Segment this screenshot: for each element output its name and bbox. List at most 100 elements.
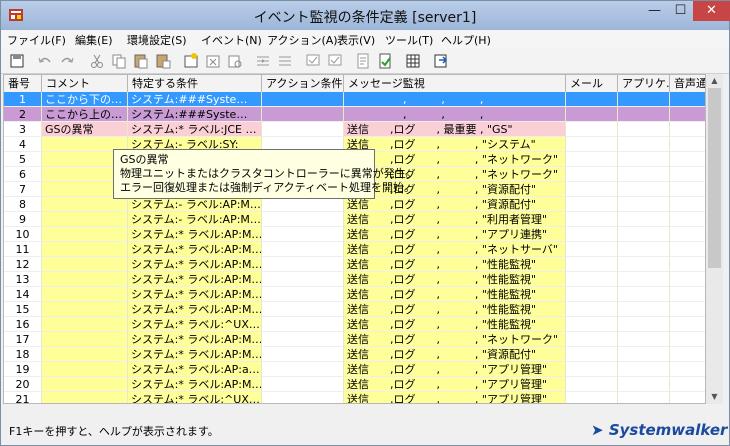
cell-message[interactable]: 送信 ,ログ , , "アプリ管理": [344, 392, 566, 403]
cell-message[interactable]: 送信 ,ログ , , "資源配付": [344, 197, 566, 212]
cell-mail[interactable]: [566, 317, 618, 332]
maximize-button[interactable]: ☐: [667, 1, 694, 21]
cell-comment[interactable]: [42, 347, 128, 362]
undo-icon[interactable]: [35, 51, 55, 71]
cell-mail[interactable]: [566, 167, 618, 182]
cell-voice[interactable]: [670, 332, 705, 347]
cell-mail[interactable]: [566, 332, 618, 347]
cell-comment[interactable]: [42, 272, 128, 287]
cell-message[interactable]: 送信 ,ログ , , "ネットワーク": [344, 152, 566, 167]
menu-tools[interactable]: ツール(T): [385, 32, 433, 48]
table-row[interactable]: 17 システム:* ラベル:AP:M… 送信 ,ログ , , "ネットワーク": [4, 332, 705, 347]
cell-mail[interactable]: [566, 212, 618, 227]
cell-comment[interactable]: [42, 287, 128, 302]
cell-action[interactable]: [262, 197, 344, 212]
menu-file[interactable]: ファイル(F): [7, 32, 66, 48]
cell-voice[interactable]: [670, 197, 705, 212]
scroll-thumb[interactable]: [708, 88, 721, 268]
cell-number[interactable]: 1: [4, 92, 42, 107]
save-icon[interactable]: [7, 51, 27, 71]
cell-mail[interactable]: [566, 302, 618, 317]
cell-voice[interactable]: [670, 107, 705, 122]
cell-voice[interactable]: [670, 242, 705, 257]
cell-voice[interactable]: [670, 227, 705, 242]
cell-message[interactable]: 送信 ,ログ , , "ネットサーバ": [344, 242, 566, 257]
cell-app[interactable]: [618, 92, 670, 107]
cell-comment[interactable]: ここから上の…: [42, 107, 128, 122]
move-row-icon[interactable]: [275, 51, 295, 71]
table-row[interactable]: 9 システム:- ラベル:AP:M… 送信 ,ログ , , "利用者管理": [4, 212, 705, 227]
cell-mail[interactable]: [566, 272, 618, 287]
cell-voice[interactable]: [670, 167, 705, 182]
cell-action[interactable]: [262, 212, 344, 227]
cell-number[interactable]: 4: [4, 137, 42, 152]
cell-action[interactable]: [262, 302, 344, 317]
table-row[interactable]: 1 ここから下の… システム:###Syste… , , ,: [4, 92, 705, 107]
cell-condition[interactable]: システム:* ラベル:AP:a…: [128, 362, 262, 377]
cell-condition[interactable]: システム:###Syste…: [128, 92, 262, 107]
col-application[interactable]: アプリケ…: [618, 75, 670, 92]
cell-action[interactable]: [262, 122, 344, 137]
cell-message[interactable]: 送信 ,ログ , , "性能監視": [344, 257, 566, 272]
col-condition[interactable]: 特定する条件: [128, 75, 262, 92]
table-row[interactable]: 21 システム:* ラベル:^UX… 送信 ,ログ , , "アプリ管理": [4, 392, 705, 403]
filter-icon[interactable]: [375, 51, 395, 71]
cell-number[interactable]: 20: [4, 377, 42, 392]
col-number[interactable]: 番号: [4, 75, 42, 92]
cell-mail[interactable]: [566, 92, 618, 107]
cell-message[interactable]: , , ,: [344, 107, 566, 122]
col-voice[interactable]: 音声通: [670, 75, 705, 92]
cell-message[interactable]: 送信 ,ログ , , "性能監視": [344, 272, 566, 287]
table-row[interactable]: 10 システム:* ラベル:AP:M… 送信 ,ログ , , "アプリ連携": [4, 227, 705, 242]
cell-comment[interactable]: [42, 392, 128, 403]
scroll-down-icon[interactable]: ▼: [706, 390, 723, 404]
cell-condition[interactable]: システム:* ラベル:AP:M…: [128, 242, 262, 257]
cell-condition[interactable]: システム:* ラベル:^UX…: [128, 392, 262, 403]
cell-comment[interactable]: [42, 197, 128, 212]
cell-number[interactable]: 17: [4, 332, 42, 347]
cell-voice[interactable]: [670, 362, 705, 377]
copy-icon[interactable]: [109, 51, 129, 71]
menu-event[interactable]: イベント(N): [201, 32, 262, 48]
cell-app[interactable]: [618, 167, 670, 182]
cell-voice[interactable]: [670, 182, 705, 197]
cell-number[interactable]: 14: [4, 287, 42, 302]
menu-action[interactable]: アクション(A): [267, 32, 338, 48]
cell-voice[interactable]: [670, 317, 705, 332]
cell-voice[interactable]: [670, 212, 705, 227]
paste-special-icon[interactable]: [153, 51, 173, 71]
cell-comment[interactable]: GSの異常: [42, 122, 128, 137]
cell-number[interactable]: 16: [4, 317, 42, 332]
condition-table[interactable]: 番号 コメント 特定する条件 アクション条件 メッセージ監視 メール アプリケ……: [3, 74, 706, 404]
cell-app[interactable]: [618, 302, 670, 317]
cell-message[interactable]: 送信 ,ログ , , "アプリ管理": [344, 377, 566, 392]
cell-mail[interactable]: [566, 107, 618, 122]
cell-action[interactable]: [262, 227, 344, 242]
cell-message[interactable]: 送信 ,ログ , , "性能監視": [344, 317, 566, 332]
cell-message[interactable]: 送信 ,ログ , , "資源配付": [344, 347, 566, 362]
cell-app[interactable]: [618, 107, 670, 122]
cell-app[interactable]: [618, 347, 670, 362]
cell-number[interactable]: 12: [4, 257, 42, 272]
cell-message[interactable]: 送信 ,ログ , , "アプリ連携": [344, 227, 566, 242]
cell-mail[interactable]: [566, 362, 618, 377]
cell-app[interactable]: [618, 227, 670, 242]
cell-app[interactable]: [618, 122, 670, 137]
cell-comment[interactable]: [42, 242, 128, 257]
table-row[interactable]: 3 GSの異常 システム:* ラベル:JCE … 送信 ,ログ , 最重要 , "GS…: [4, 122, 705, 137]
find-icon[interactable]: [225, 51, 245, 71]
close-button[interactable]: ✕: [693, 1, 730, 21]
cell-app[interactable]: [618, 152, 670, 167]
col-message-monitor[interactable]: メッセージ監視: [344, 75, 566, 92]
cell-app[interactable]: [618, 392, 670, 403]
cell-mail[interactable]: [566, 392, 618, 403]
cell-message[interactable]: , , ,: [344, 92, 566, 107]
cell-mail[interactable]: [566, 197, 618, 212]
cell-condition[interactable]: システム:* ラベル:JCE …: [128, 122, 262, 137]
cell-number[interactable]: 10: [4, 227, 42, 242]
table-row[interactable]: 11 システム:* ラベル:AP:M… 送信 ,ログ , , "ネットサーバ": [4, 242, 705, 257]
cell-mail[interactable]: [566, 242, 618, 257]
cell-action[interactable]: [262, 377, 344, 392]
cell-mail[interactable]: [566, 347, 618, 362]
cell-app[interactable]: [618, 212, 670, 227]
